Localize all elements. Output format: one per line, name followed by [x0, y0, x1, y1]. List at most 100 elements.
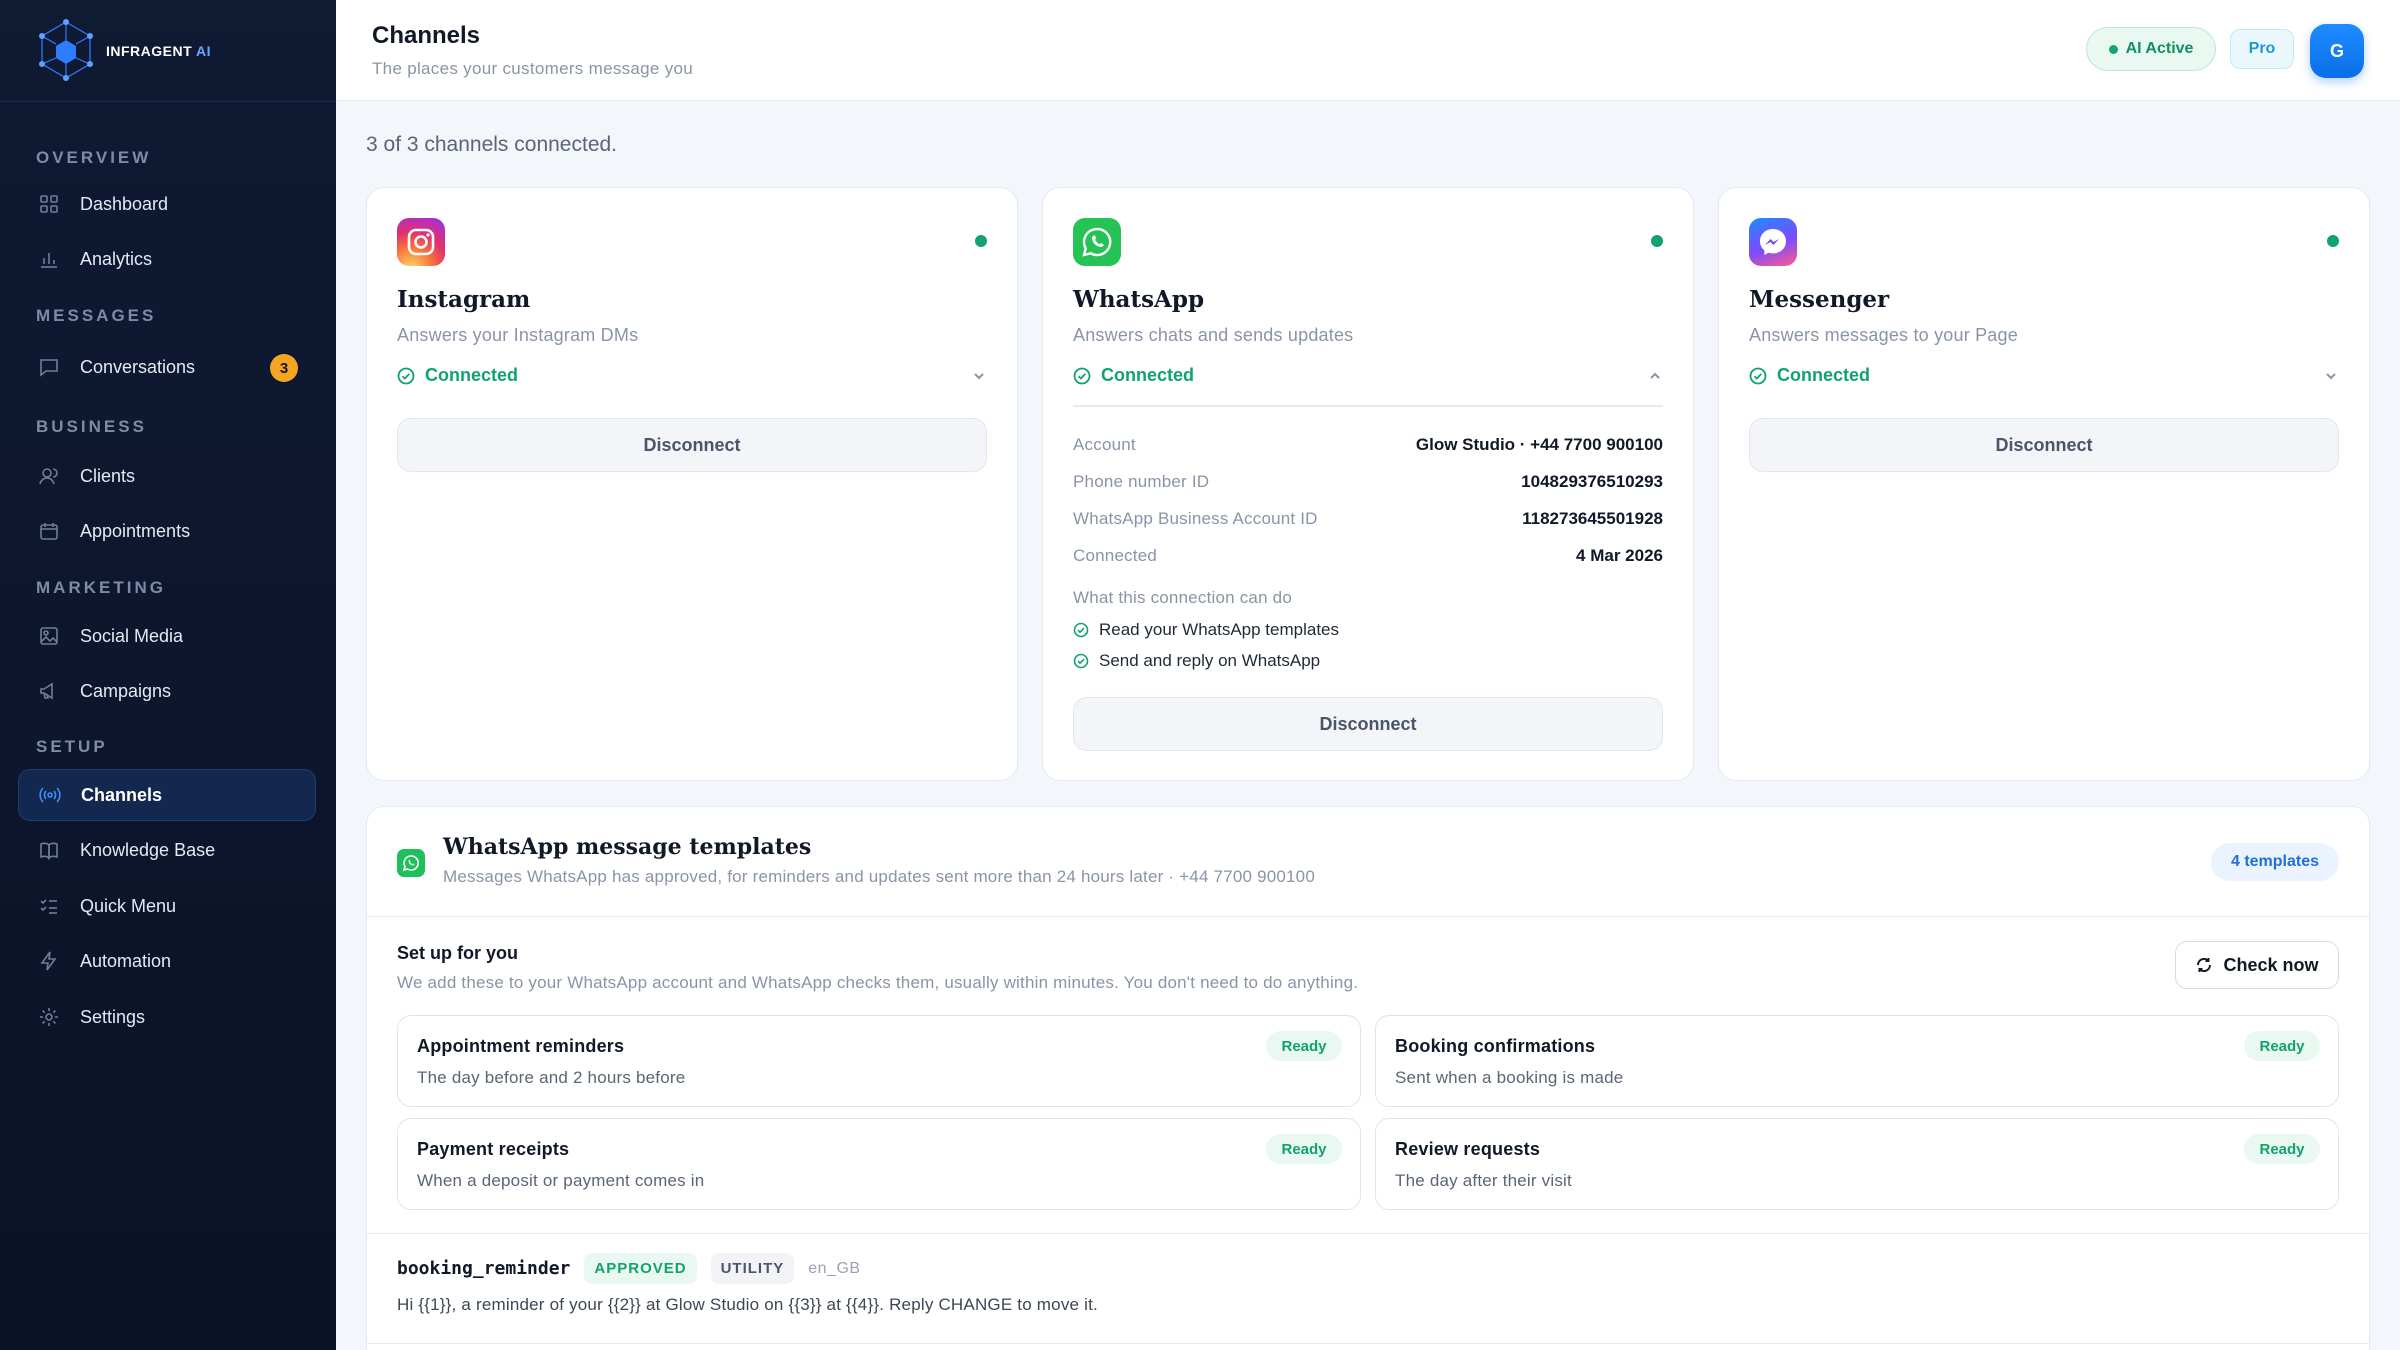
template-card-desc: Sent when a booking is made: [1395, 1068, 1624, 1087]
sidebar-item-label: Knowledge Base: [80, 839, 216, 860]
channel-card-whatsapp: WhatsApp Answers chats and sends updates…: [1042, 187, 1694, 781]
ready-badge: Ready: [1266, 1134, 1342, 1164]
check-circle-icon: [1073, 367, 1091, 384]
sidebar: INFRAGENT AI OVERVIEW Dashboard Analytic…: [0, 0, 336, 1350]
user-avatar[interactable]: G: [2310, 24, 2364, 78]
ready-badge: Ready: [2244, 1134, 2320, 1164]
sidebar-item-label: Analytics: [80, 248, 153, 269]
image-icon: [38, 625, 60, 647]
messenger-icon: [1749, 218, 1797, 266]
approved-badge: APPROVED: [584, 1253, 697, 1284]
online-status-dot: [1651, 235, 1663, 247]
sidebar-item-settings[interactable]: Settings: [18, 991, 316, 1043]
template-card-title: Appointment reminders: [417, 1036, 625, 1056]
bolt-icon: [38, 950, 60, 972]
chevron-down-icon[interactable]: [971, 368, 987, 384]
connection-status-label: Connected: [1777, 365, 1871, 385]
sidebar-item-label: Settings: [80, 1006, 146, 1027]
online-status-dot: [975, 235, 987, 247]
channel-name: Messenger: [1749, 286, 1890, 313]
logo-hexagon-icon: [39, 19, 93, 81]
connection-status: Connected: [1749, 365, 1870, 386]
disconnect-button[interactable]: Disconnect: [1749, 418, 2339, 472]
detail-key: Phone number ID: [1073, 472, 1210, 491]
section-label-setup: SETUP: [36, 737, 108, 756]
ready-badge: Ready: [1266, 1031, 1342, 1061]
connection-status: Connected: [1073, 365, 1194, 386]
broadcast-icon: [39, 784, 61, 806]
sidebar-item-appointments[interactable]: Appointments: [18, 505, 316, 557]
chevron-up-icon[interactable]: [1647, 368, 1663, 384]
language-code: en_GB: [808, 1259, 861, 1277]
brand-name: INFRAGENT AI: [106, 43, 212, 59]
sidebar-item-automation[interactable]: Automation: [18, 935, 316, 987]
calendar-icon: [38, 520, 60, 542]
setup-title: Set up for you: [397, 943, 518, 963]
capabilities-title: What this connection can do: [1073, 588, 1292, 607]
chevron-down-icon[interactable]: [2323, 368, 2339, 384]
sidebar-item-dashboard[interactable]: Dashboard: [18, 178, 316, 230]
sidebar-item-label: Automation: [80, 950, 172, 971]
templates-title: WhatsApp message templates: [443, 834, 812, 860]
approved-template-row[interactable]: booking_reminder APPROVED UTILITY en_GB: [397, 1253, 861, 1284]
channel-description: Answers chats and sends updates: [1073, 325, 1354, 345]
gear-icon: [38, 1006, 60, 1028]
check-circle-icon: [1073, 653, 1089, 669]
plan-badge[interactable]: Pro: [2230, 29, 2294, 69]
channel-name: Instagram: [397, 286, 531, 313]
sidebar-item-quick-menu[interactable]: Quick Menu: [18, 880, 316, 932]
sidebar-item-conversations[interactable]: Conversations 3: [18, 341, 316, 393]
template-card-booking-confirmations[interactable]: Booking confirmations Sent when a bookin…: [1375, 1015, 2339, 1107]
templates-subtitle: Messages WhatsApp has approved, for remi…: [443, 867, 1315, 886]
sidebar-item-social-media[interactable]: Social Media: [18, 610, 316, 662]
templates-count-badge: 4 templates: [2211, 843, 2339, 881]
channel-name: WhatsApp: [1073, 286, 1205, 313]
sidebar-item-knowledge-base[interactable]: Knowledge Base: [18, 824, 316, 876]
top-header: Channels The places your customers messa…: [336, 0, 2400, 101]
section-label-overview: OVERVIEW: [36, 148, 152, 167]
category-badge: UTILITY: [710, 1253, 795, 1284]
sidebar-item-clients[interactable]: Clients: [18, 450, 316, 502]
setup-subtitle: We add these to your WhatsApp account an…: [397, 973, 1359, 992]
check-now-button[interactable]: Check now: [2175, 941, 2339, 989]
sidebar-item-channels[interactable]: Channels: [18, 769, 316, 821]
detail-key: Connected: [1073, 546, 1158, 565]
channel-card-instagram: Instagram Answers your Instagram DMs Con…: [366, 187, 1018, 781]
detail-key: WhatsApp Business Account ID: [1073, 509, 1318, 528]
template-card-payment-receipts[interactable]: Payment receipts When a deposit or payme…: [397, 1118, 1361, 1210]
template-card-review-requests[interactable]: Review requests The day after their visi…: [1375, 1118, 2339, 1210]
sidebar-item-campaigns[interactable]: Campaigns: [18, 665, 316, 717]
check-circle-icon: [1749, 367, 1767, 384]
brand-logo[interactable]: INFRAGENT AI: [36, 18, 211, 84]
details-divider: [1073, 405, 1663, 407]
section-label-messages: MESSAGES: [36, 306, 157, 325]
detail-key: Account: [1073, 435, 1136, 454]
bar-chart-icon: [38, 248, 60, 270]
whatsapp-icon: [397, 849, 425, 877]
sidebar-item-label: Social Media: [80, 625, 184, 646]
list-check-icon: [38, 895, 60, 917]
sidebar-item-label: Dashboard: [80, 193, 169, 214]
template-name: booking_reminder: [397, 1258, 571, 1279]
detail-row-business-account-id: WhatsApp Business Account ID 11827364550…: [1073, 509, 1663, 529]
capability-item: Send and reply on WhatsApp: [1073, 651, 1320, 671]
sidebar-item-label: Campaigns: [80, 680, 172, 701]
disconnect-button[interactable]: Disconnect: [397, 418, 987, 472]
template-card-appointment-reminders[interactable]: Appointment reminders The day before and…: [397, 1015, 1361, 1107]
page-title: Channels: [372, 22, 481, 49]
online-status-dot: [2327, 235, 2339, 247]
ready-badge: Ready: [2244, 1031, 2320, 1061]
check-circle-icon: [1073, 622, 1089, 638]
template-card-title: Review requests: [1395, 1139, 1541, 1159]
ai-status-pill[interactable]: AI Active: [2086, 27, 2216, 71]
detail-row-phone-id: Phone number ID 104829376510293: [1073, 472, 1663, 492]
sidebar-item-label: Conversations: [80, 356, 196, 377]
sidebar-item-analytics[interactable]: Analytics: [18, 233, 316, 285]
template-card-title: Payment receipts: [417, 1139, 570, 1159]
page-subtitle: The places your customers message you: [372, 59, 694, 78]
disconnect-button[interactable]: Disconnect: [1073, 697, 1663, 751]
sidebar-item-label: Clients: [80, 465, 136, 486]
channel-card-messenger: Messenger Answers messages to your Page …: [1718, 187, 2370, 781]
detail-value: 4 Mar 2026: [1576, 546, 1663, 565]
refresh-icon: [2197, 957, 2212, 973]
